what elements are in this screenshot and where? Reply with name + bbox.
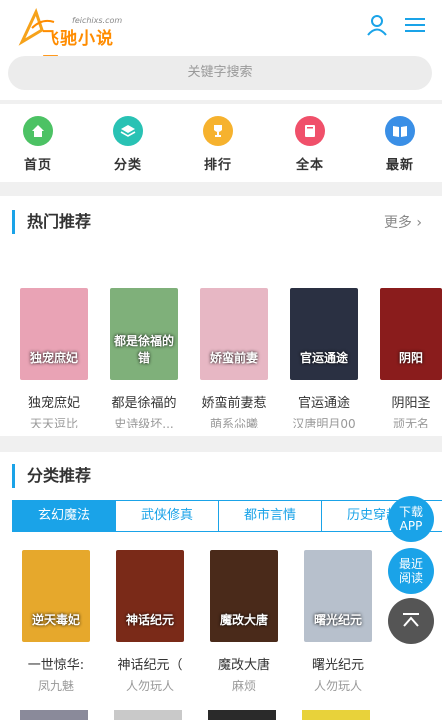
book-card[interactable]: 都是徐福的错 都是徐福的 史诗级坏... [108,288,180,428]
book-cover: 官运通途 [290,288,358,380]
nav-label: 最新 [385,158,414,173]
menu-icon[interactable] [404,14,426,36]
book-card[interactable]: 曙光纪元 曙光纪元 人勿玩人 [302,550,374,694]
book-card[interactable]: 阴阳 阴阳圣 顽无名 [380,288,442,428]
book-title: 一世惊华: [27,658,85,673]
book-card[interactable]: 逆天毒妃 一世惊华: 凤九魅 [20,550,92,694]
book-title: 都是徐福的 [111,396,177,411]
book-card[interactable]: 官运通途 官运通途 汉唐明月00 [288,288,360,428]
hot-section: 热门推荐 更多 › 独宠庶妃 独宠庶妃 天天逗比 都是徐福的错 都是徐福的 史诗… [0,196,442,436]
layers-icon [113,116,143,146]
book-cover: 阴阳 [380,288,442,380]
book-author: 天天逗比 [29,417,78,428]
more-label: 更多 [383,215,412,231]
book-title: 曙光纪元 [311,658,364,673]
recent-reading-label: 最近阅读 [398,557,423,585]
book-author: 人勿玩人 [125,679,174,693]
book-cover: 魔改大唐 [210,550,278,642]
book-cover: 娇蛮前妻 [200,288,268,380]
book-card[interactable]: 魔改大唐 魔改大唐 麻烦 [208,550,280,694]
site-logo[interactable]: feichixs.com 飞驰小说网 [18,8,128,74]
nav-category[interactable]: 分类 [98,116,158,173]
book-author: 凤九魅 [37,679,74,693]
search-input[interactable]: 关键字搜索 [8,56,432,90]
book-title: 神话纪元（ [117,658,183,673]
book-cover-peek [208,710,276,720]
section-title: 分类推荐 [12,464,91,488]
nav-label: 首页 [23,158,52,173]
nav-complete[interactable]: 全本 [280,116,340,173]
book-title: 独宠庶妃 [27,396,80,411]
download-app-label: 下载APP [398,505,423,533]
section-title: 热门推荐 [12,210,91,234]
header: feichixs.com 飞驰小说网 关键字搜索 [0,0,442,100]
nav-label: 分类 [113,158,142,173]
book-title: 娇蛮前妻惹 [201,396,267,411]
trophy-icon [203,116,233,146]
book-author: 史诗级坏... [114,417,174,428]
book-card[interactable]: 神话纪元 神话纪元（ 人勿玩人 [114,550,186,694]
book-card[interactable]: 娇蛮前妻 娇蛮前妻惹 萌系尛曦 [198,288,270,428]
download-app-button[interactable]: 下载APP [388,496,434,542]
hot-book-list: 独宠庶妃 独宠庶妃 天天逗比 都是徐福的错 都是徐福的 史诗级坏... 娇蛮前妻… [0,288,442,428]
nav-latest[interactable]: 最新 [370,116,430,173]
tab-wuxia[interactable]: 武侠修真 [116,501,219,531]
book-title: 阴阳圣 [391,396,431,411]
book-author: 萌系尛曦 [209,417,258,428]
book-card[interactable]: 独宠庶妃 独宠庶妃 天天逗比 [18,288,90,428]
arrow-up-icon [403,613,419,627]
tab-urban[interactable]: 都市言情 [219,501,322,531]
book-cover: 独宠庶妃 [20,288,88,380]
book-cover-peek [114,710,182,720]
book-author: 汉唐明月00 [292,417,356,428]
book-cover: 逆天毒妃 [22,550,90,642]
book-author: 顽无名 [392,417,429,428]
chevron-right-icon: › [416,215,422,231]
category-book-list: 逆天毒妃 一世惊华: 凤九魅 神话纪元 神话纪元（ 人勿玩人 魔改大唐 魔改大唐… [0,550,442,700]
back-to-top-button[interactable] [388,598,434,644]
book-title: 官运通途 [297,396,350,411]
nav-label: 全本 [295,158,324,173]
nav-label: 排行 [203,158,232,173]
book-icon [295,116,325,146]
recent-reading-button[interactable]: 最近阅读 [388,548,434,594]
category-nav: 首页 分类 排行 全本 最新 [0,104,442,182]
user-icon[interactable] [366,14,388,36]
book-cover-peek [302,710,370,720]
book-author: 麻烦 [231,679,256,693]
book-cover: 都是徐福的错 [110,288,178,380]
tab-fantasy[interactable]: 玄幻魔法 [13,501,116,531]
book-title: 魔改大唐 [217,658,270,673]
nav-home[interactable]: 首页 [8,116,68,173]
book-author: 人勿玩人 [313,679,362,693]
open-book-icon [385,116,415,146]
book-cover: 曙光纪元 [304,550,372,642]
more-link[interactable]: 更多 › [384,212,422,232]
book-cover-peek [20,710,88,720]
category-tabs: 玄幻魔法 武侠修真 都市言情 历史穿越 [12,500,442,532]
book-cover: 神话纪元 [116,550,184,642]
nav-ranking[interactable]: 排行 [188,116,248,173]
home-icon [23,116,53,146]
